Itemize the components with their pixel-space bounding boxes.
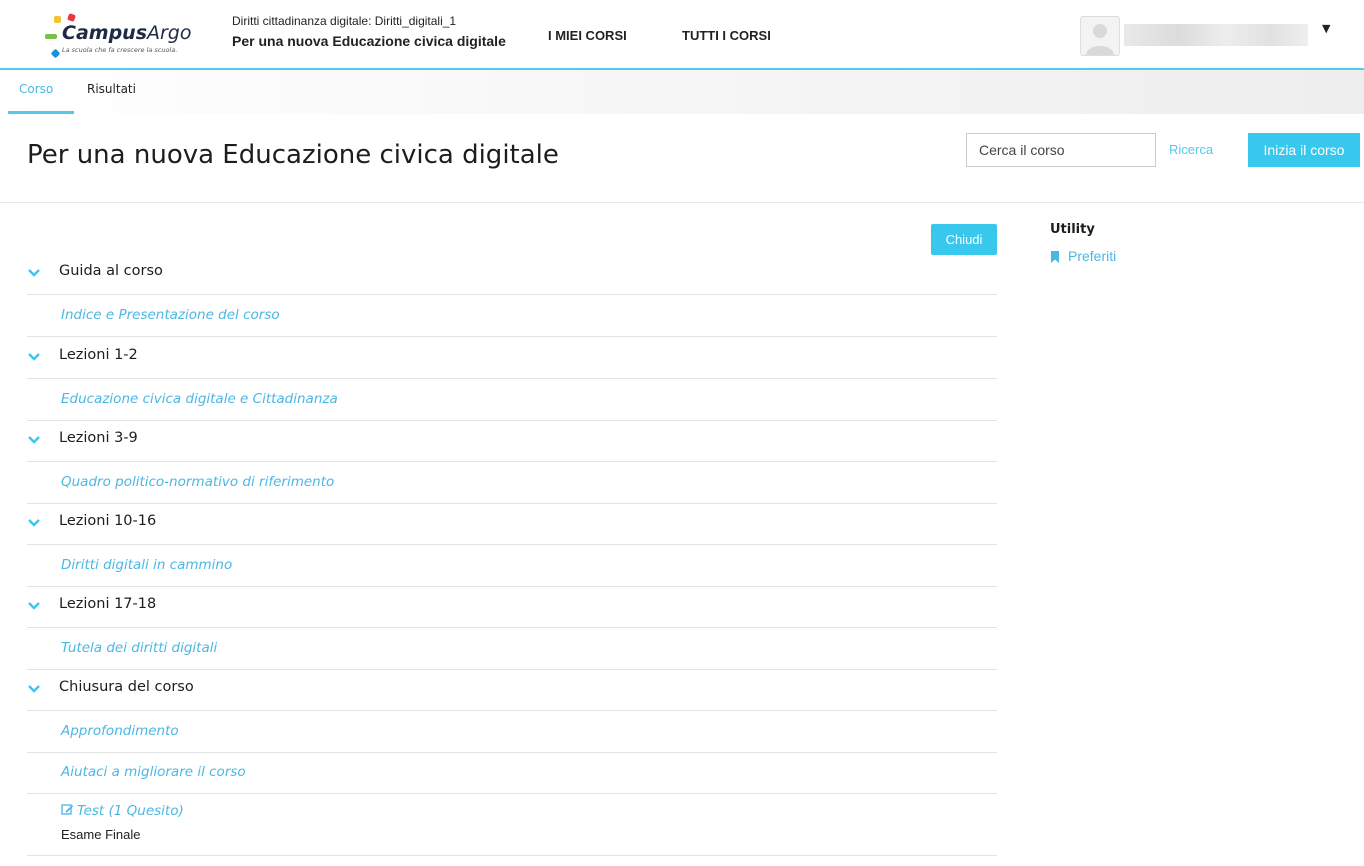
list-item[interactable]: Quadro politico-normativo di riferimento [27,462,997,504]
course-fullname[interactable]: Per una nuova Educazione civica digitale [232,33,506,49]
logo-dot-blue [50,48,61,59]
logo-wordmark: CampusArgo [62,22,192,44]
chevron-down-icon[interactable] [27,433,41,447]
list-item[interactable]: Test (1 Quesito) Esame Finale [27,793,997,856]
section-header[interactable]: Lezioni 17-18 [27,586,997,628]
activity-link[interactable]: Tutela dei diritti digitali [61,640,217,656]
section-title[interactable]: Lezioni 3-9 [59,430,138,446]
section-title[interactable]: Guida al corso [59,263,163,279]
collapse-all-button[interactable]: Chiudi [931,224,997,255]
user-silhouette-icon [1081,17,1119,55]
edit-icon [61,804,74,815]
campusargo-logo[interactable]: CampusArgo La scuola che fa crescere la … [40,12,220,62]
activity-link[interactable]: Indice e Presentazione del corso [61,307,280,323]
activity-link[interactable]: Aiutaci a migliorare il corso [61,764,246,780]
course-tabbar: Corso Risultati [0,70,1364,114]
section-header[interactable]: Chiusura del corso [27,669,997,711]
avatar[interactable] [1080,16,1120,56]
nav-all-courses[interactable]: TUTTI I CORSI [682,28,771,43]
section-header[interactable]: Lezioni 1-2 [27,337,997,379]
section-header[interactable]: Guida al corso [27,253,997,295]
sidebar-item-label[interactable]: Preferiti [1068,248,1116,264]
sidebar-item-preferiti[interactable]: Preferiti [1050,248,1116,264]
top-navbar: CampusArgo La scuola che fa crescere la … [0,0,1364,70]
list-item[interactable]: Indice e Presentazione del corso [27,295,997,337]
bookmark-icon [1051,251,1059,263]
section-title[interactable]: Lezioni 10-16 [59,513,156,529]
activity-description: Esame Finale [61,827,141,842]
section-title[interactable]: Lezioni 1-2 [59,347,138,363]
logo-tagline: La scuola che fa crescere la scuola. [62,46,178,54]
section-header[interactable]: Lezioni 3-9 [27,420,997,462]
tab-risultati[interactable]: Risultati [87,82,136,96]
chevron-down-icon[interactable] [27,682,41,696]
activity-link[interactable]: Diritti digitali in cammino [61,557,232,573]
chevron-down-icon[interactable] [27,599,41,613]
list-item[interactable]: Diritti digitali in cammino [27,545,997,587]
logo-dash-green [45,34,57,39]
user-name-blurred[interactable] [1124,24,1308,46]
chevron-down-icon[interactable]: ▼ [1322,22,1330,35]
list-item[interactable]: Tutela dei diritti digitali [27,628,997,670]
section-title[interactable]: Lezioni 17-18 [59,596,156,612]
list-item[interactable]: Educazione civica digitale e Cittadinanz… [27,379,997,421]
activity-label[interactable]: Test (1 Quesito) [77,803,184,819]
course-search-input[interactable] [966,133,1156,167]
header-divider [0,202,1364,203]
list-item[interactable]: Approfondimento [27,711,997,753]
activity-link[interactable]: Quadro politico-normativo di riferimento [61,474,334,490]
list-item[interactable]: Aiutaci a migliorare il corso [27,752,997,794]
start-course-button[interactable]: Inizia il corso [1248,133,1360,167]
activity-link[interactable]: Educazione civica digitale e Cittadinanz… [61,391,338,407]
chevron-down-icon[interactable] [27,516,41,530]
chevron-down-icon[interactable] [27,350,41,364]
search-button[interactable]: Ricerca [1169,142,1213,157]
chevron-down-icon[interactable] [27,266,41,280]
section-title[interactable]: Chiusura del corso [59,679,194,695]
tab-corso[interactable]: Corso [19,82,53,96]
section-header[interactable]: Lezioni 10-16 [27,503,997,545]
course-shortname: Diritti cittadinanza digitale: Diritti_d… [232,14,457,28]
nav-my-courses[interactable]: I MIEI CORSI [548,28,627,43]
activity-link[interactable]: Test (1 Quesito) [61,803,184,819]
page-title: Per una nuova Educazione civica digitale [27,140,559,170]
sidebar-title: Utility [1050,222,1095,237]
logo-dot-red [67,13,76,22]
logo-dot-yellow [54,16,61,23]
active-tab-indicator [8,111,74,114]
activity-link[interactable]: Approfondimento [61,723,179,739]
